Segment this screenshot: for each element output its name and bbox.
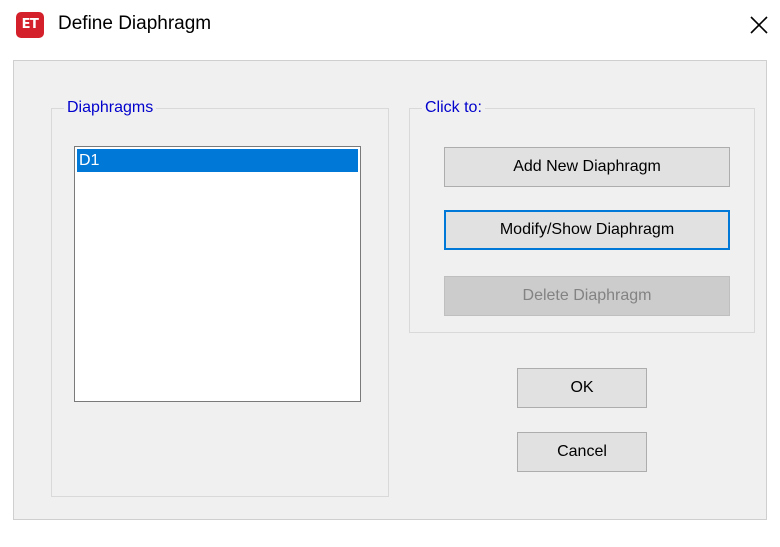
diaphragms-group-label: Diaphragms [64, 98, 157, 118]
ok-button[interactable]: OK [517, 368, 647, 408]
etabs-app-icon: ET [16, 12, 44, 38]
window-title: Define Diaphragm [58, 13, 212, 34]
click-to-group-label: Click to: [422, 98, 485, 118]
diaphragms-listbox[interactable]: D1 [74, 146, 361, 402]
close-button[interactable] [740, 6, 778, 44]
list-item-d1[interactable]: D1 [77, 149, 358, 172]
modify-show-diaphragm-button[interactable]: Modify/Show Diaphragm [444, 210, 730, 250]
delete-diaphragm-button[interactable]: Delete Diaphragm [444, 276, 730, 316]
define-diaphragm-dialog: ET Define Diaphragm Diaphragms D1 Click … [0, 0, 780, 547]
add-new-diaphragm-button[interactable]: Add New Diaphragm [444, 147, 730, 187]
cancel-button[interactable]: Cancel [517, 432, 647, 472]
title-bar[interactable]: ET Define Diaphragm [0, 0, 780, 50]
close-icon [750, 16, 768, 34]
